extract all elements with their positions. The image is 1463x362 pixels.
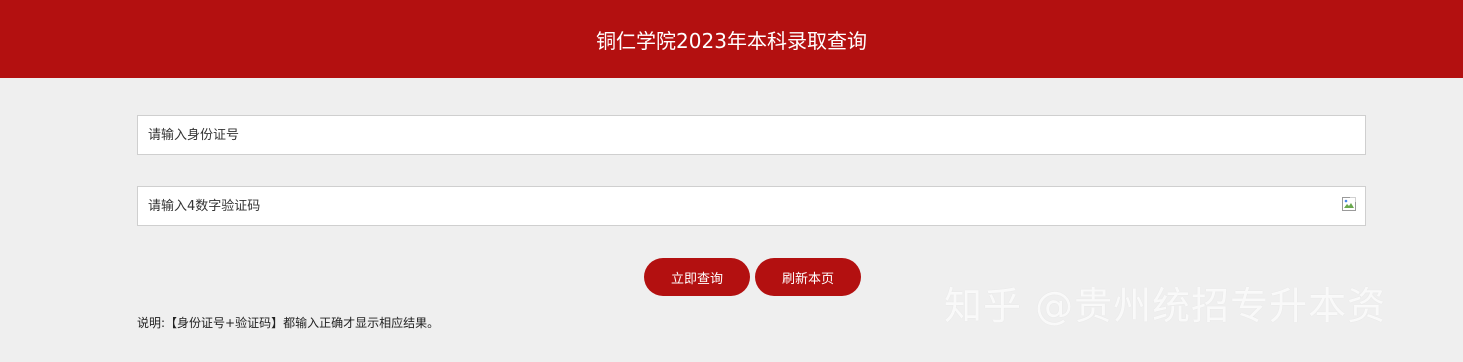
captcha-field[interactable] <box>137 186 1366 226</box>
page-title: 铜仁学院2023年本科录取查询 <box>596 28 867 53</box>
id-number-input[interactable] <box>138 116 1365 154</box>
captcha-input[interactable] <box>138 187 1365 225</box>
broken-image-icon[interactable] <box>1341 196 1357 212</box>
refresh-button[interactable]: 刷新本页 <box>755 258 861 296</box>
query-button[interactable]: 立即查询 <box>644 258 750 296</box>
page-header: 铜仁学院2023年本科录取查询 <box>0 0 1463 78</box>
id-number-field[interactable] <box>137 115 1366 155</box>
watermark-text: 知乎 @贵州统招专升本资 <box>944 284 1387 328</box>
instruction-note: 说明:【身份证号+验证码】都输入正确才显示相应结果。 <box>137 316 440 330</box>
